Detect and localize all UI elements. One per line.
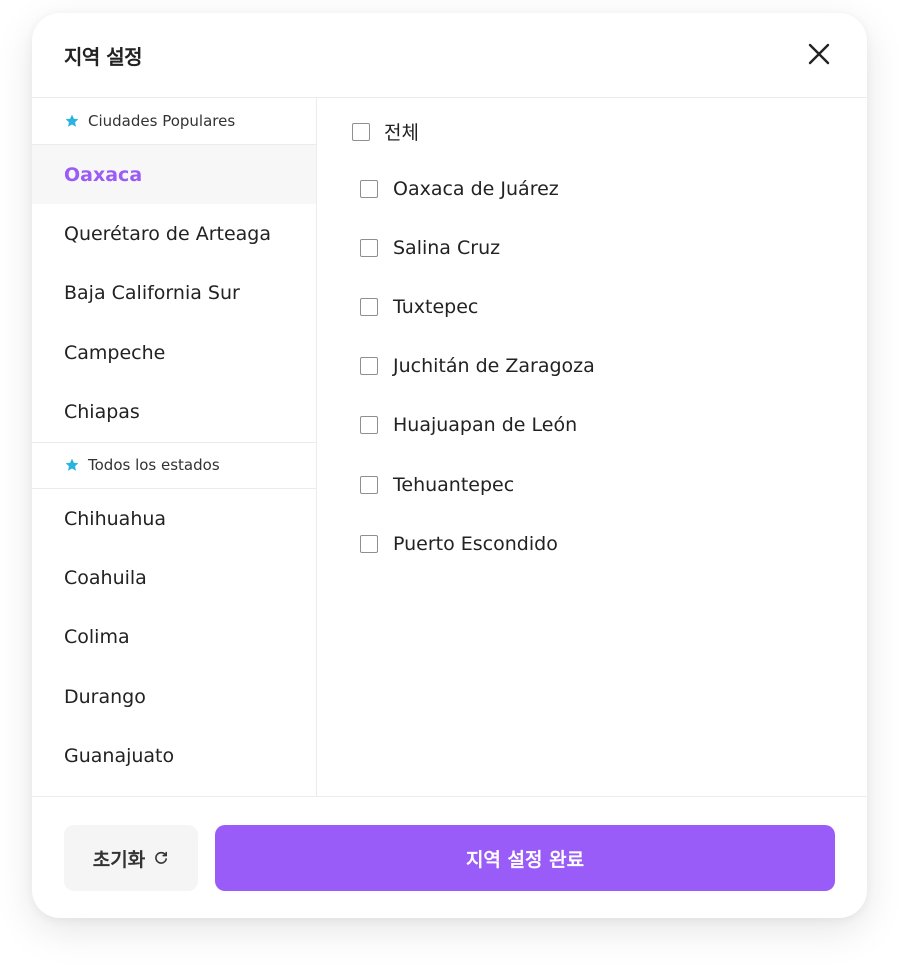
- city-checkbox[interactable]: [360, 239, 378, 257]
- state-item-queretaro[interactable]: Querétaro de Arteaga: [32, 204, 316, 263]
- city-item-tuxtepec[interactable]: Tuxtepec: [360, 296, 478, 318]
- city-item-juchitan-de-zaragoza[interactable]: Juchitán de Zaragoza: [360, 355, 595, 377]
- city-label: Puerto Escondido: [393, 533, 558, 555]
- state-item-label: Colima: [64, 626, 130, 649]
- dialog-footer: 초기화 지역 설정 완료: [32, 796, 867, 918]
- state-item-label: Querétaro de Arteaga: [64, 223, 272, 246]
- city-label: Huajuapan de León: [393, 414, 578, 436]
- state-item-label: Oaxaca: [64, 163, 143, 186]
- close-button[interactable]: [804, 39, 834, 69]
- city-checkbox[interactable]: [360, 416, 378, 434]
- city-item-salina-cruz[interactable]: Salina Cruz: [360, 237, 500, 259]
- state-item-label: Chiapas: [64, 401, 140, 424]
- state-item-campeche[interactable]: Campeche: [32, 323, 316, 382]
- popular-section-label: Ciudades Populares: [88, 112, 236, 130]
- state-item-durango[interactable]: Durango: [32, 667, 316, 726]
- city-checkbox[interactable]: [360, 535, 378, 553]
- all-states-section-header: Todos los estados: [32, 441, 316, 489]
- star-icon: [65, 459, 79, 472]
- state-item-label: Guanajuato: [64, 745, 175, 768]
- state-item-label: Durango: [64, 685, 146, 708]
- close-icon: [808, 43, 830, 65]
- reset-button[interactable]: 초기화: [64, 825, 198, 891]
- city-label: Oaxaca de Juárez: [393, 178, 559, 200]
- state-item-label: Campeche: [64, 341, 166, 364]
- city-item-huajuapan-de-leon[interactable]: Huajuapan de León: [360, 414, 577, 436]
- state-item-baja-california-sur[interactable]: Baja California Sur: [32, 264, 316, 323]
- state-item-label: Coahuila: [64, 567, 147, 590]
- popular-section-header: Ciudades Populares: [32, 98, 316, 145]
- state-item-chihuahua[interactable]: Chihuahua: [32, 489, 316, 548]
- state-item-label: Chihuahua: [64, 507, 167, 530]
- city-checkbox[interactable]: [360, 476, 378, 494]
- star-icon: [65, 114, 79, 127]
- dialog-title: 지역 설정: [64, 45, 143, 69]
- city-item-tehuantepec[interactable]: Tehuantepec: [360, 474, 514, 496]
- city-checkbox[interactable]: [360, 180, 378, 198]
- city-list: 전체 Oaxaca de Juárez Salina Cruz Tuxtepec…: [317, 98, 867, 797]
- dialog-header: 지역 설정: [32, 13, 867, 98]
- dialog-body: Ciudades Populares Oaxaca Querétaro de A…: [32, 98, 867, 797]
- state-item-oaxaca[interactable]: Oaxaca: [32, 145, 316, 205]
- region-settings-dialog: 지역 설정 Ciudades Populares Oaxaca Querétar…: [32, 13, 867, 918]
- select-all-row[interactable]: 전체: [352, 118, 419, 145]
- city-label: Tehuantepec: [393, 474, 515, 496]
- confirm-region-button[interactable]: 지역 설정 완료: [215, 825, 835, 891]
- state-item-colima[interactable]: Colima: [32, 608, 316, 667]
- select-all-checkbox[interactable]: [352, 122, 370, 141]
- state-item-label: Baja California Sur: [64, 282, 240, 305]
- refresh-icon: [155, 851, 168, 864]
- city-item-puerto-escondido[interactable]: Puerto Escondido: [360, 533, 558, 555]
- city-item-oaxaca-de-juarez[interactable]: Oaxaca de Juárez: [360, 178, 559, 200]
- state-item-guanajuato[interactable]: Guanajuato: [32, 727, 316, 786]
- state-item-coahuila[interactable]: Coahuila: [32, 548, 316, 607]
- reset-button-label: 초기화: [92, 848, 146, 871]
- city-checkbox[interactable]: [360, 357, 378, 375]
- city-label: Juchitán de Zaragoza: [393, 355, 595, 377]
- select-all-label: 전체: [384, 122, 419, 144]
- city-label: Tuxtepec: [393, 296, 479, 318]
- state-list[interactable]: Ciudades Populares Oaxaca Querétaro de A…: [32, 98, 317, 797]
- city-checkbox[interactable]: [360, 298, 378, 316]
- all-states-section-label: Todos los estados: [88, 456, 220, 475]
- city-label: Salina Cruz: [393, 237, 501, 259]
- state-item-chiapas[interactable]: Chiapas: [32, 383, 316, 442]
